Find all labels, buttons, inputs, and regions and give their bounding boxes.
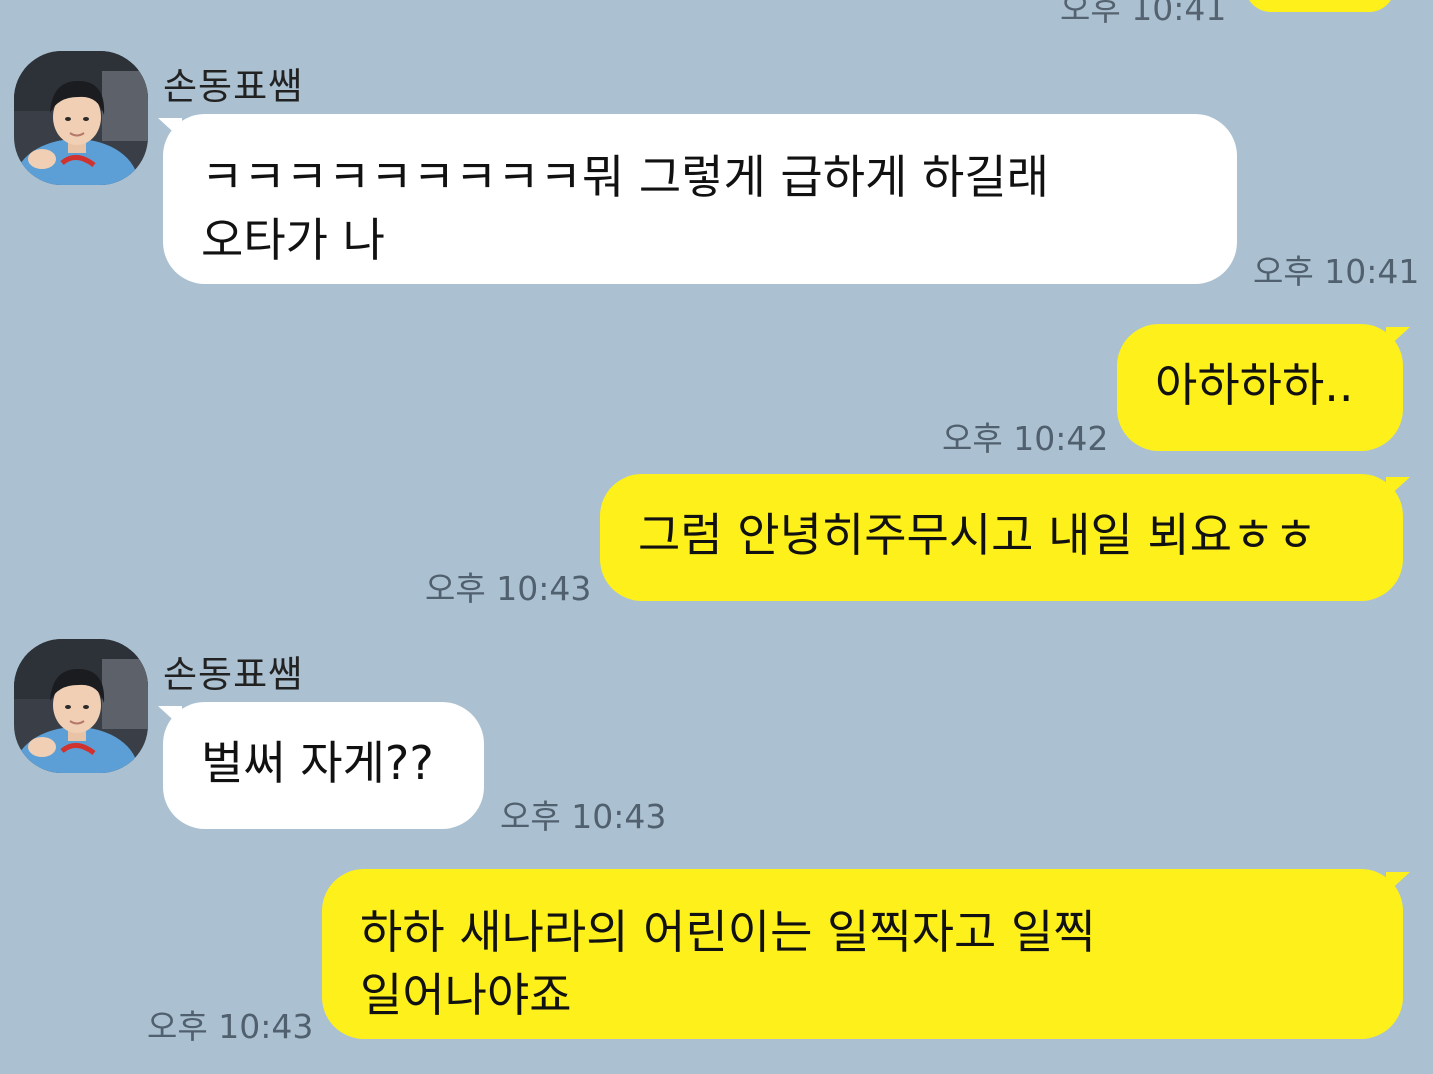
message-text: 벌써 자게?? (201, 736, 434, 790)
message-timestamp: 오후 10:43 (425, 569, 592, 608)
message-timestamp: 오후 10:41 (1060, 0, 1227, 28)
message-timestamp: 오후 10:43 (500, 797, 667, 836)
message-timestamp: 오후 10:41 (1253, 252, 1420, 291)
message-bubble[interactable]: 벌써 자게?? (163, 702, 484, 829)
bubble-tail (1386, 477, 1410, 499)
message-bubble[interactable]: 아하하하.. (1117, 324, 1403, 451)
message-text: 하하 새나라의 어린이는 일찍자고 일찍 (360, 905, 1096, 959)
message-text: 아하하하.. (1155, 358, 1354, 412)
message-timestamp: 오후 10:42 (942, 419, 1109, 458)
sender-avatar[interactable] (14, 51, 148, 185)
message-bubble[interactable]: 그럼 안녕히주무시고 내일 뵈요ㅎㅎ (600, 474, 1403, 601)
message-bubble[interactable]: ㅋㅋㅋㅋㅋㅋㅋㅋㅋ뭐 그렇게 급하게 하길래 오타가 나 (163, 114, 1237, 284)
previous-outgoing-bubble[interactable] (1245, 0, 1395, 12)
chat-screen[interactable]: 오후 10:41 손동표쌤 ㅋㅋㅋㅋㅋㅋㅋㅋㅋ뭐 그렇게 급하게 하길래 오타가… (0, 0, 1433, 1074)
sender-name: 손동표쌤 (163, 653, 304, 696)
message-bubble[interactable]: 하하 새나라의 어린이는 일찍자고 일찍 일어나야죠 (322, 869, 1403, 1039)
sender-name: 손동표쌤 (163, 65, 304, 108)
bubble-tail (1386, 872, 1410, 894)
profile-photo-avatar (14, 51, 148, 185)
message-text: 일어나야죠 (360, 968, 572, 1022)
profile-photo-avatar (14, 639, 148, 773)
message-text: 오타가 나 (201, 213, 385, 267)
bubble-tail (1386, 327, 1410, 349)
sender-avatar[interactable] (14, 639, 148, 773)
message-text: ㅋㅋㅋㅋㅋㅋㅋㅋㅋ뭐 그렇게 급하게 하길래 (201, 150, 1049, 204)
message-timestamp: 오후 10:43 (147, 1007, 314, 1046)
message-text: 그럼 안녕히주무시고 내일 뵈요ㅎㅎ (638, 508, 1317, 562)
